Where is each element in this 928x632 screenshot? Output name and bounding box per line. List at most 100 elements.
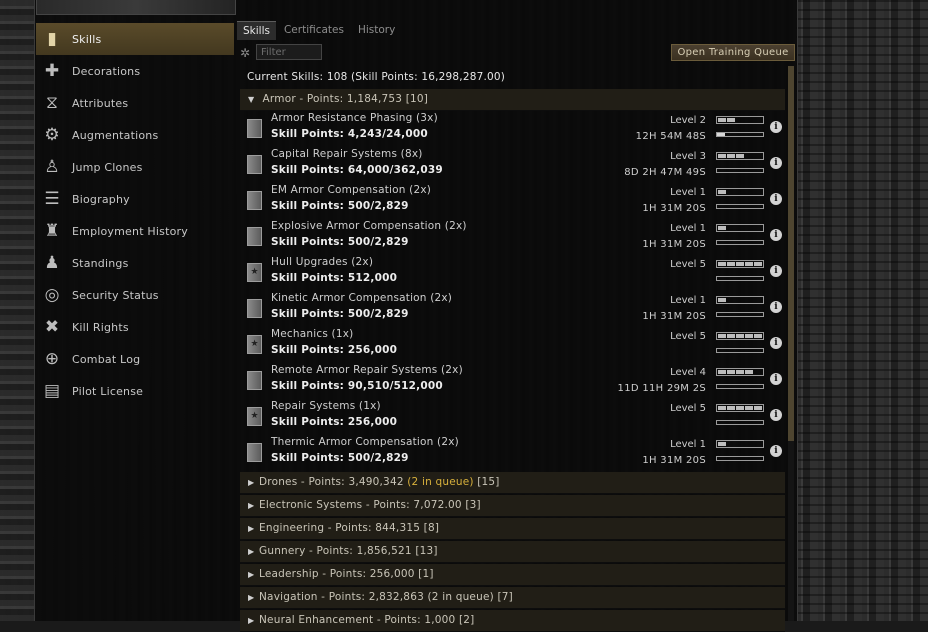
level-pip [718, 226, 726, 230]
info-icon[interactable]: i [770, 373, 782, 385]
level-pip [745, 334, 753, 338]
skill-points: Skill Points: 500/2,829 [271, 200, 409, 212]
tab-certificates[interactable]: Certificates [278, 21, 350, 39]
level-pip [754, 370, 762, 374]
sidebar-item[interactable]: ♙ Jump Clones [36, 151, 234, 183]
sidebar-item-label: Biography [72, 192, 130, 206]
skill-level: Level 4 [670, 367, 706, 378]
filter-input[interactable] [256, 44, 322, 60]
group-header[interactable]: ▶ Electronic Systems - Points: 7,072.00 [… [240, 495, 785, 517]
sidebar-item[interactable]: ✖ Kill Rights [36, 311, 234, 343]
group-header[interactable]: ▶ Leadership - Points: 256,000 [1] [240, 564, 785, 586]
skill-train-time: 12H 54M 48S [635, 131, 706, 142]
sidebar-item[interactable]: ✚ Decorations [36, 55, 234, 87]
level-pip [718, 118, 726, 122]
sidebar-item-label: Augmentations [72, 128, 159, 142]
open-training-queue-button[interactable]: Open Training Queue [671, 44, 795, 61]
skill-points: Skill Points: 500/2,829 [271, 308, 409, 320]
info-icon[interactable]: i [770, 337, 782, 349]
skill-row[interactable]: Capital Repair Systems (8x) Skill Points:… [240, 147, 785, 183]
skill-row[interactable]: Kinetic Armor Compensation (2x) Skill Poi… [240, 291, 785, 327]
sidebar-item-label: Skills [72, 32, 102, 46]
level-indicator [716, 296, 764, 304]
level-pip [727, 298, 735, 302]
level-indicator [716, 116, 764, 124]
skill-name: Explosive Armor Compensation (2x) [271, 220, 467, 232]
skill-level: Level 1 [670, 439, 706, 450]
sidebar-item[interactable]: ☰ Biography [36, 183, 234, 215]
info-icon[interactable]: i [770, 229, 782, 241]
skill-book-icon [247, 191, 262, 210]
sidebar-item[interactable]: ⚙ Augmentations [36, 119, 234, 151]
info-icon[interactable]: i [770, 265, 782, 277]
level-pip [718, 154, 726, 158]
group-title: Electronic Systems - Points: 7,072.00 [259, 499, 462, 511]
skill-row[interactable]: EM Armor Compensation (2x) Skill Points: … [240, 183, 785, 219]
level-pip [745, 442, 753, 446]
skill-name: EM Armor Compensation (2x) [271, 184, 432, 196]
skill-row[interactable]: Remote Armor Repair Systems (2x) Skill Po… [240, 363, 785, 399]
group-header[interactable]: ▶ Gunnery - Points: 1,856,521 [13] [240, 541, 785, 563]
group-header[interactable]: ▶ Drones - Points: 3,490,342 (2 in queue)… [240, 472, 785, 494]
tab-skills[interactable]: Skills [237, 21, 276, 40]
skill-row[interactable]: ★ Hull Upgrades (2x) Skill Points: 512,000… [240, 255, 785, 291]
skill-book-icon [247, 371, 262, 390]
info-icon[interactable]: i [770, 445, 782, 457]
group-header[interactable]: ▶ Navigation - Points: 2,832,863 (2 in qu… [240, 587, 785, 609]
skill-name: Kinetic Armor Compensation (2x) [271, 292, 453, 304]
group-count: [8] [423, 522, 440, 534]
skill-points: Skill Points: 64,000/362,039 [271, 164, 443, 176]
skill-book-icon [247, 119, 262, 138]
level-pip [745, 226, 753, 230]
sidebar-item-label: Kill Rights [72, 320, 129, 334]
level-pip [754, 262, 762, 266]
training-progress-bar [716, 168, 764, 173]
sidebar-item[interactable]: ♜ Employment History [36, 215, 234, 247]
level-indicator [716, 404, 764, 412]
training-progress-bar [716, 204, 764, 209]
sidebar-item[interactable]: ▤ Pilot License [36, 375, 234, 407]
group-header-armor[interactable]: ▼ Armor - Points: 1,184,753 [10] [240, 89, 785, 111]
level-pip [718, 442, 726, 446]
level-indicator [716, 152, 764, 160]
level-pip [736, 406, 744, 410]
tab-history[interactable]: History [352, 21, 401, 39]
level-pip [736, 190, 744, 194]
skill-train-time: 1H 31M 20S [642, 311, 706, 322]
level-pip [754, 406, 762, 410]
group-title: Gunnery - Points: 1,856,521 [259, 545, 412, 557]
info-icon[interactable]: i [770, 301, 782, 313]
sidebar-item[interactable]: ◎ Security Status [36, 279, 234, 311]
skill-train-time: 1H 31M 20S [642, 203, 706, 214]
level-pip [745, 298, 753, 302]
level-pip [718, 334, 726, 338]
info-icon[interactable]: i [770, 157, 782, 169]
skill-row[interactable]: ★ Repair Systems (1x) Skill Points: 256,00… [240, 399, 785, 435]
info-icon[interactable]: i [770, 193, 782, 205]
info-icon[interactable]: i [770, 409, 782, 421]
sidebar-item[interactable]: ⊕ Combat Log [36, 343, 234, 375]
skill-row[interactable]: Armor Resistance Phasing (3x) Skill Point… [240, 111, 785, 147]
sidebar-item-label: Jump Clones [72, 160, 143, 174]
info-icon[interactable]: i [770, 121, 782, 133]
level-pip [745, 406, 753, 410]
scrollbar-thumb[interactable] [788, 66, 794, 441]
dna-icon: ⧖ [46, 93, 58, 113]
group-header[interactable]: ▶ Neural Enhancement - Points: 1,000 [2] [240, 610, 785, 632]
level-pip [718, 370, 726, 374]
sidebar-item-label: Security Status [72, 288, 159, 302]
collapsed-groups: ▶ Drones - Points: 3,490,342 (2 in queue)… [240, 472, 785, 632]
gear-icon[interactable]: ✲ [240, 46, 250, 60]
armor-skills: Armor Resistance Phasing (3x) Skill Point… [240, 111, 785, 471]
sidebar-item[interactable]: ⧖ Attributes [36, 87, 234, 119]
sidebar-item[interactable]: ▮ Skills [36, 23, 234, 55]
skill-row[interactable]: Thermic Armor Compensation (2x) Skill Poi… [240, 435, 785, 471]
skill-row[interactable]: ★ Mechanics (1x) Skill Points: 256,000 Leve… [240, 327, 785, 363]
sidebar-item-label: Attributes [72, 96, 129, 110]
employment-icon: ♜ [44, 221, 60, 241]
sidebar-item[interactable]: ♟ Standings [36, 247, 234, 279]
skill-row[interactable]: Explosive Armor Compensation (2x) Skill P… [240, 219, 785, 255]
level-pip [736, 226, 744, 230]
group-header[interactable]: ▶ Engineering - Points: 844,315 [8] [240, 518, 785, 540]
skill-book-star-icon: ★ [247, 407, 262, 426]
